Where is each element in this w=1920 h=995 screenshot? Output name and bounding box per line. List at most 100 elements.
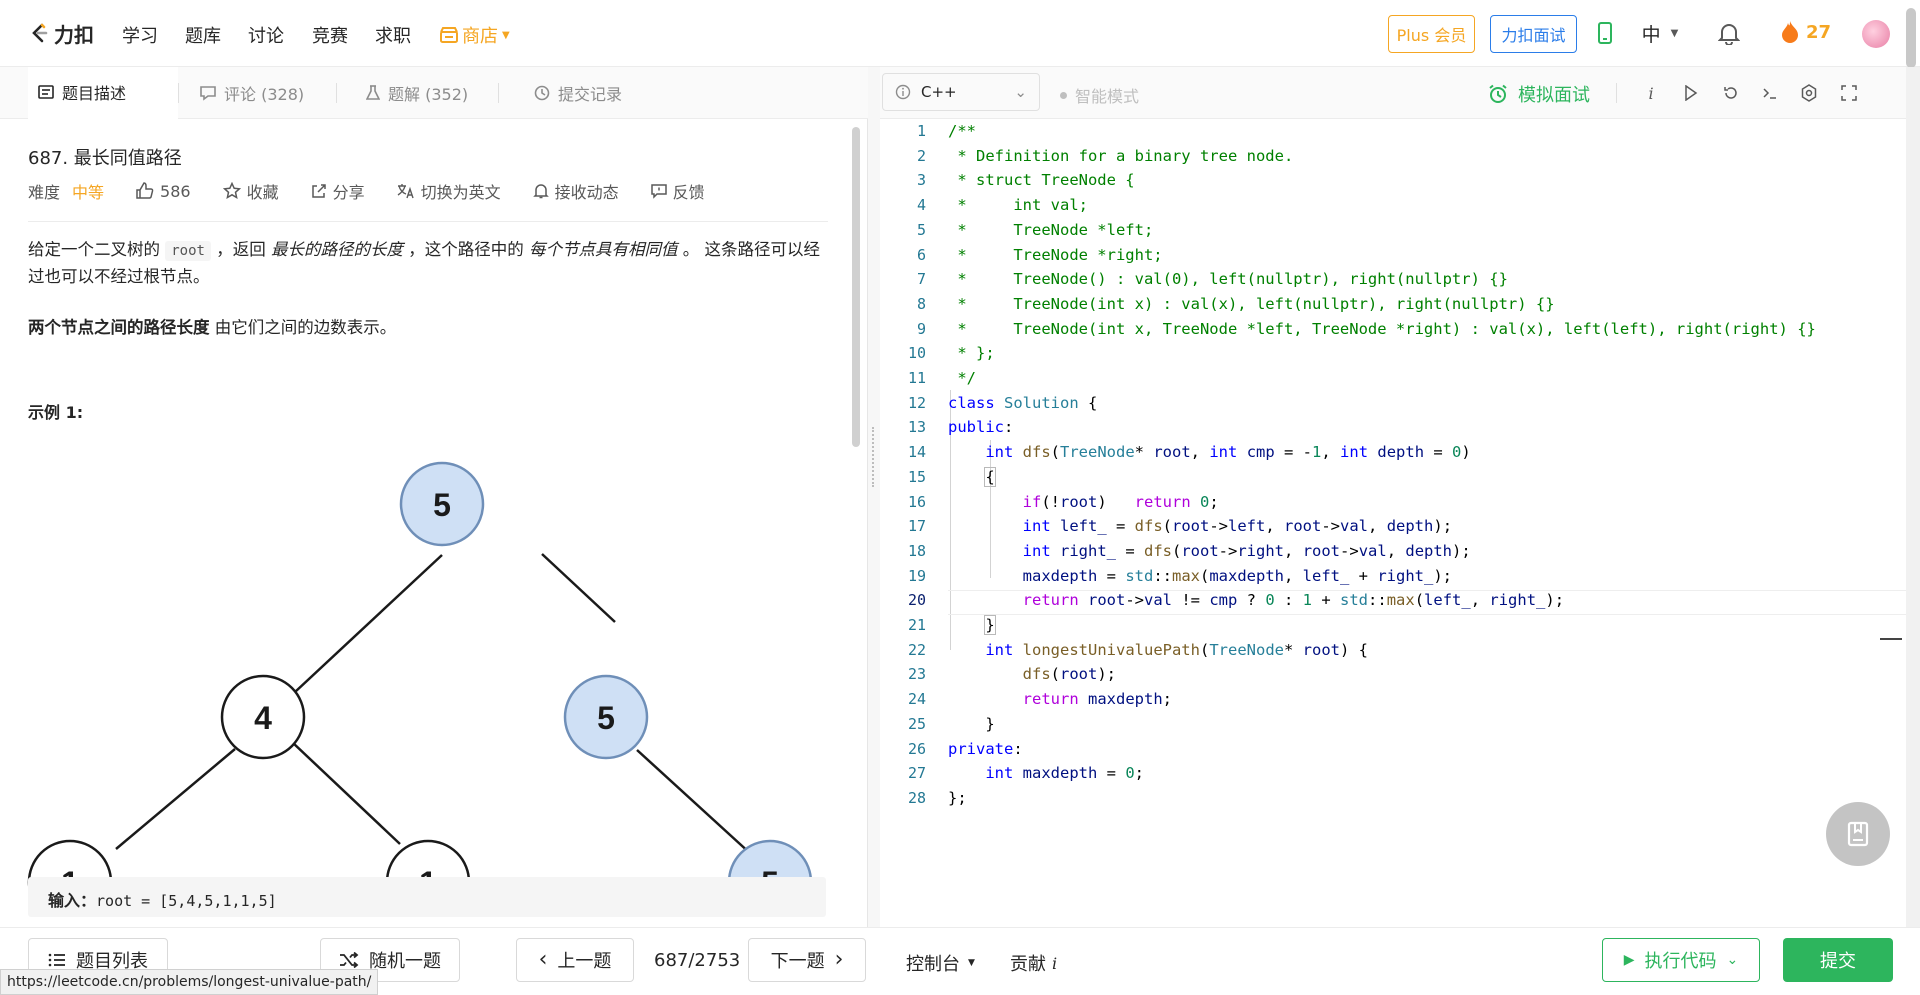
terminal-icon[interactable] xyxy=(1759,82,1781,104)
desc-text: ，返回 xyxy=(210,240,271,259)
nav-learn[interactable]: 学习 xyxy=(122,22,158,48)
status-bar-url: https://leetcode.cn/problems/longest-uni… xyxy=(0,969,379,995)
example-input-box: 输入：root = [5,4,5,1,1,5] xyxy=(28,877,826,917)
submit-button[interactable]: 提交 xyxy=(1783,938,1893,982)
tree-node-label: 4 xyxy=(254,700,272,736)
run-code-label: 执行代码 xyxy=(1644,951,1717,972)
code-line: 7 * TreeNode() : val(0), left(nullptr), … xyxy=(916,270,1508,289)
share-label: 分享 xyxy=(332,183,365,202)
problem-scrollbar[interactable] xyxy=(852,127,860,447)
language-switch[interactable]: 中 ▼ xyxy=(1632,20,1688,46)
user-avatar[interactable] xyxy=(1862,20,1890,48)
tab-description[interactable]: 题目描述 xyxy=(28,67,178,119)
code-line: 1/** xyxy=(916,122,976,140)
code-line: 10 * }; xyxy=(907,344,995,363)
description-icon xyxy=(38,85,54,99)
store-label: 商店 xyxy=(462,26,498,47)
logo-icon xyxy=(32,23,48,43)
mock-interview-label: 模拟面试 xyxy=(1518,85,1590,106)
scroll-position-marker xyxy=(1880,638,1902,640)
info-italic-icon[interactable]: i xyxy=(1640,82,1662,104)
tab-comments[interactable]: 评论 (328) xyxy=(190,67,314,119)
play-flag-icon[interactable] xyxy=(1680,82,1702,104)
page-scrollbar-thumb[interactable] xyxy=(1906,8,1916,68)
editor-pane: C++ ⌄ 智能模式 模拟面试 i 1/** 2 * Definition fo… xyxy=(880,67,1906,927)
contribute-button[interactable]: 贡献 i xyxy=(1010,950,1057,976)
language-select[interactable]: C++ ⌄ xyxy=(882,73,1040,111)
play-icon: ▶ xyxy=(1623,952,1635,968)
previous-problem-button[interactable]: ‹ 上一题 xyxy=(516,938,634,982)
plus-membership-button[interactable]: Plus 会员 xyxy=(1388,15,1475,53)
switch-language-button[interactable]: 切换为英文 xyxy=(397,179,501,203)
inline-code-root: root xyxy=(165,241,211,261)
chevron-right-icon: › xyxy=(834,947,844,972)
path-length-definition: 两个节点之间的路径长度 由它们之间的边数表示。 xyxy=(28,315,828,341)
like-button[interactable]: 586 xyxy=(136,182,191,201)
nav-jobs[interactable]: 求职 xyxy=(375,22,411,48)
code-line: 9 * TreeNode(int x, TreeNode *left, Tree… xyxy=(916,319,1816,338)
tab-solutions[interactable]: 题解 (352) xyxy=(356,67,478,119)
next-problem-label: 下一题 xyxy=(770,951,825,972)
console-toggle[interactable]: 控制台 ▼ xyxy=(906,950,975,976)
nav-discuss[interactable]: 讨论 xyxy=(248,22,284,48)
tree-node: 5 xyxy=(563,674,649,760)
next-problem-button[interactable]: 下一题 › xyxy=(748,938,866,982)
notes-button[interactable] xyxy=(1826,802,1890,866)
tab-divider xyxy=(498,83,499,103)
code-line: 16 if(!root) return 0; xyxy=(907,492,1219,511)
code-line: 22 int longestUnivaluePath(TreeNode* roo… xyxy=(907,640,1368,659)
notification-bell-icon[interactable] xyxy=(1716,20,1742,46)
thumbs-up-icon xyxy=(136,182,154,199)
leetcode-logo[interactable]: 力扣 xyxy=(28,18,94,48)
tree-node-label: 5 xyxy=(433,487,451,523)
meta-divider xyxy=(28,221,828,222)
desc-emphasis: 最长的路径的长度 xyxy=(270,240,403,259)
subscribe-label: 接收动态 xyxy=(554,183,619,202)
like-count: 586 xyxy=(160,181,191,201)
feedback-label: 反馈 xyxy=(672,183,705,202)
bell-icon xyxy=(532,184,549,199)
desc-emphasis: 每个节点具有相同值 xyxy=(528,240,678,259)
pane-resize-handle[interactable] xyxy=(868,67,880,927)
tree-edges xyxy=(115,553,753,856)
store-icon xyxy=(440,27,458,43)
code-line: 27 int maxdepth = 0; xyxy=(907,764,1145,783)
fullscreen-icon[interactable] xyxy=(1838,82,1860,104)
top-navbar: 力扣 学习 题库 讨论 竞赛 求职 商店 ▼ Plus 会员 力扣面试 中 ▼ … xyxy=(0,0,1920,68)
settings-gear-icon[interactable] xyxy=(1798,82,1820,104)
caret-down-icon: ▼ xyxy=(968,958,975,968)
language-label: 中 xyxy=(1641,23,1661,46)
code-line: 21 } xyxy=(907,615,996,635)
logo-text: 力扣 xyxy=(54,22,94,47)
nav-contest[interactable]: 竞赛 xyxy=(312,22,348,48)
code-editor[interactable]: 1/** 2 * Definition for a binary tree no… xyxy=(880,119,1906,927)
reset-code-icon[interactable] xyxy=(1720,82,1742,104)
star-icon xyxy=(222,182,241,200)
subscribe-button[interactable]: 接收动态 xyxy=(532,179,619,203)
nav-problemset[interactable]: 题库 xyxy=(185,22,221,48)
mobile-app-icon[interactable] xyxy=(1592,20,1618,46)
editor-scrollbar[interactable] xyxy=(1906,67,1920,927)
alarm-clock-icon xyxy=(1489,84,1507,103)
code-line: 25 } xyxy=(907,714,995,733)
share-button[interactable]: 分享 xyxy=(311,179,365,203)
feedback-button[interactable]: 反馈 xyxy=(650,179,705,203)
tab-description-label: 题目描述 xyxy=(62,84,127,103)
problem-meta-row: 难度 中等 586 收藏 分享 切换为英文 接收动态 反馈 xyxy=(28,179,737,203)
favorite-button[interactable]: 收藏 xyxy=(222,179,279,203)
streak-counter[interactable]: 27 xyxy=(1780,20,1831,44)
run-code-button[interactable]: ▶ 执行代码 ⌄ xyxy=(1602,938,1760,982)
code-line: 14 int dfs(TreeNode* root, int cmp = -1,… xyxy=(907,443,1471,462)
tab-submissions[interactable]: 提交记录 xyxy=(524,67,632,119)
mock-interview-button[interactable]: 模拟面试 xyxy=(1488,81,1590,107)
leetcode-interview-button[interactable]: 力扣面试 xyxy=(1490,15,1577,53)
tab-divider xyxy=(336,83,337,103)
smart-mode-toggle[interactable]: 智能模式 xyxy=(1060,83,1139,107)
language-select-value: C++ xyxy=(921,83,957,101)
notebook-icon xyxy=(1847,821,1869,847)
code-line: 23 dfs(root); xyxy=(907,665,1116,684)
definition-text: 由它们之间的边数表示。 xyxy=(209,318,397,337)
chevron-down-icon: ⌄ xyxy=(1014,83,1027,101)
input-value: root = [5,4,5,1,1,5] xyxy=(96,892,277,910)
nav-store[interactable]: 商店 ▼ xyxy=(440,22,510,48)
